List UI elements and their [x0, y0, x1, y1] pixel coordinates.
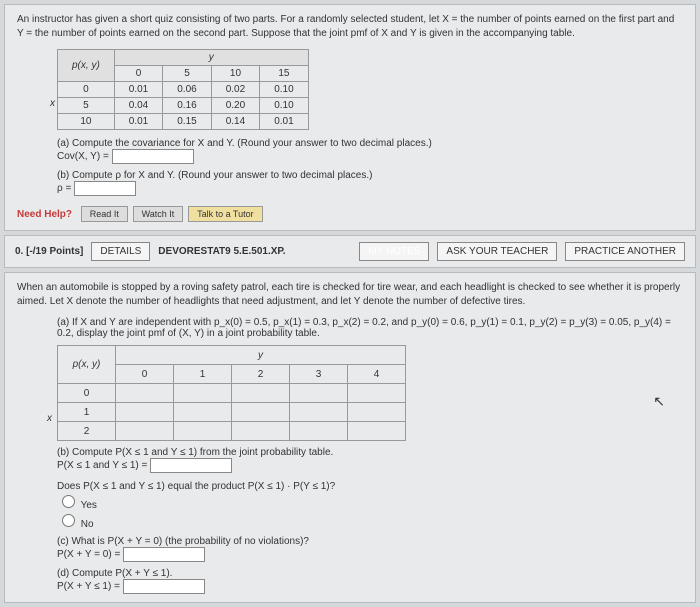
q2-c-input[interactable]	[123, 547, 205, 562]
q1-table: p(x, y)y 051015 00.010.060.020.10 50.040…	[57, 49, 309, 130]
q2-b-text: (b) Compute P(X ≤ 1 and Y ≤ 1) from the …	[57, 447, 683, 458]
q2-intro: When an automobile is stopped by a rovin…	[17, 281, 683, 309]
q2-x-side: x	[47, 413, 52, 424]
ask-teacher-button[interactable]: ASK YOUR TEACHER	[437, 242, 557, 261]
read-it-button[interactable]: Read It	[81, 206, 128, 222]
q2-part-b: (b) Compute P(X ≤ 1 and Y ≤ 1) from the …	[57, 447, 683, 530]
q2-a-text: (a) If X and Y are independent with p_x(…	[57, 317, 683, 339]
q2-c-text: (c) What is P(X + Y = 0) (the probabilit…	[57, 536, 683, 547]
x-side-label: x	[50, 98, 55, 109]
cov-input[interactable]	[112, 149, 194, 164]
cursor-icon: ↖	[653, 393, 665, 410]
my-notes-button[interactable]: MY NOTES	[359, 242, 429, 261]
points-label: 0. [-/19 Points]	[15, 246, 83, 257]
q1-part-b: (b) Compute ρ for X and Y. (Round your a…	[57, 170, 683, 196]
cell-input[interactable]	[174, 403, 232, 422]
cell-input[interactable]	[290, 422, 348, 441]
q2-part-c: (c) What is P(X + Y = 0) (the probabilit…	[57, 536, 683, 562]
talk-tutor-button[interactable]: Talk to a Tutor	[188, 206, 263, 222]
yes-radio[interactable]: Yes	[57, 500, 97, 511]
question-2-header: 0. [-/19 Points] DETAILS DEVORESTAT9 5.E…	[4, 235, 696, 268]
cell-input[interactable]	[174, 422, 232, 441]
q2-d-label: P(X + Y ≤ 1) =	[57, 581, 120, 592]
cell-input[interactable]	[232, 403, 290, 422]
q1-part-a: (a) Compute the covariance for X and Y. …	[57, 138, 683, 164]
q2-d-text: (d) Compute P(X + Y ≤ 1).	[57, 568, 683, 579]
q1-a-text: (a) Compute the covariance for X and Y. …	[57, 138, 683, 149]
practice-another-button[interactable]: PRACTICE ANOTHER	[565, 242, 685, 261]
q2-b-label: P(X ≤ 1 and Y ≤ 1) =	[57, 460, 147, 471]
need-help-label: Need Help?	[17, 209, 72, 220]
q2-table: p(x, y)y 01234 0 1 2	[57, 345, 406, 441]
question-2: When an automobile is stopped by a rovin…	[4, 272, 696, 603]
cov-label: Cov(X, Y) =	[57, 151, 109, 162]
q2-d-input[interactable]	[123, 579, 205, 594]
cell-input[interactable]	[232, 384, 290, 403]
rho-input[interactable]	[74, 181, 136, 196]
cell-input[interactable]	[348, 384, 406, 403]
need-help-row: Need Help? Read It Watch It Talk to a Tu…	[17, 206, 683, 222]
q2-b-input[interactable]	[150, 458, 232, 473]
q2-c-label: P(X + Y = 0) =	[57, 549, 120, 560]
question-1: An instructor has given a short quiz con…	[4, 4, 696, 231]
watch-it-button[interactable]: Watch It	[133, 206, 184, 222]
no-radio[interactable]: No	[57, 519, 94, 530]
cell-input[interactable]	[116, 422, 174, 441]
q1-intro: An instructor has given a short quiz con…	[17, 13, 683, 41]
cell-input[interactable]	[290, 384, 348, 403]
cell-input[interactable]	[348, 422, 406, 441]
question-ref: DEVORESTAT9 5.E.501.XP.	[158, 246, 285, 257]
q1-b-text: (b) Compute ρ for X and Y. (Round your a…	[57, 170, 683, 181]
cell-input[interactable]	[290, 403, 348, 422]
cell-input[interactable]	[174, 384, 232, 403]
q2-b2-text: Does P(X ≤ 1 and Y ≤ 1) equal the produc…	[57, 481, 683, 492]
details-button[interactable]: DETAILS	[91, 242, 150, 261]
rho-label: ρ =	[57, 183, 71, 194]
q2-part-d: (d) Compute P(X + Y ≤ 1). P(X + Y ≤ 1) =	[57, 568, 683, 594]
cell-input[interactable]	[116, 384, 174, 403]
cell-input[interactable]	[232, 422, 290, 441]
cell-input[interactable]	[348, 403, 406, 422]
cell-input[interactable]	[116, 403, 174, 422]
